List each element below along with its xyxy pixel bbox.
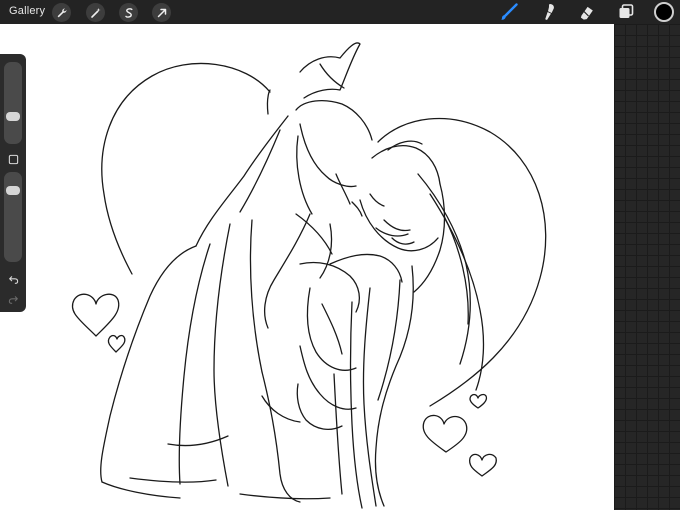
- selection-icon: [124, 7, 132, 18]
- magic-wand-icon: [90, 7, 101, 18]
- small-heart-2: [107, 334, 126, 353]
- undo-arrow-icon: [8, 275, 18, 284]
- brush-size-slider[interactable]: [4, 62, 22, 144]
- undo-button[interactable]: [6, 272, 20, 286]
- redo-button[interactable]: [6, 292, 20, 306]
- line-art-drawing: [71, 42, 547, 509]
- transform-button[interactable]: [152, 3, 171, 22]
- small-heart-5: [469, 393, 488, 409]
- adjustments-button[interactable]: [86, 3, 105, 22]
- modify-button[interactable]: [6, 152, 20, 166]
- opacity-slider[interactable]: [4, 172, 22, 262]
- selection-button[interactable]: [119, 3, 138, 22]
- layers-icon: [619, 4, 634, 18]
- brush-size-thumb[interactable]: [6, 112, 20, 122]
- color-swatch[interactable]: [654, 2, 674, 22]
- transform-arrow-icon: [157, 8, 166, 17]
- left-sidebar: [0, 54, 26, 312]
- layers-button[interactable]: [615, 2, 637, 22]
- square-modify-icon: [8, 154, 18, 164]
- eraser-icon: [580, 6, 593, 20]
- eraser-tool-button[interactable]: [576, 2, 598, 22]
- brush-tool-button[interactable]: [498, 2, 520, 22]
- opacity-thumb[interactable]: [6, 185, 20, 195]
- drawing-canvas[interactable]: [0, 24, 614, 510]
- workspace-background: [614, 24, 680, 510]
- gallery-button[interactable]: Gallery: [9, 5, 45, 17]
- top-toolbar: Gallery: [0, 0, 680, 24]
- small-heart-4: [468, 453, 497, 477]
- redo-arrow-icon: [8, 295, 18, 304]
- small-heart-3: [422, 414, 468, 453]
- smudge-tool-button[interactable]: [537, 2, 559, 22]
- brush-icon: [501, 3, 518, 20]
- wrench-icon: [57, 7, 67, 17]
- small-heart-1: [71, 293, 120, 337]
- actions-button[interactable]: [52, 3, 71, 22]
- smudge-icon: [545, 4, 554, 20]
